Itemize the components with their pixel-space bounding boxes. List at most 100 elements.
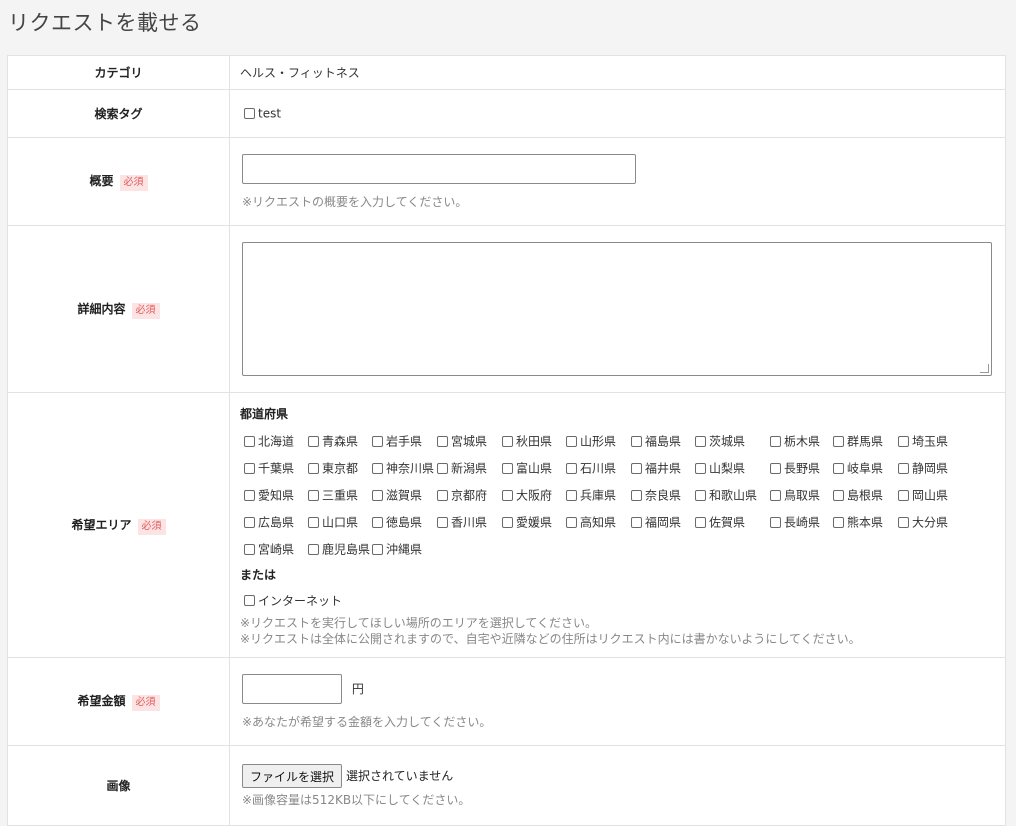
internet-option[interactable]: インターネット — [240, 592, 1005, 609]
prefecture-checkbox[interactable] — [833, 490, 844, 501]
prefecture-option[interactable]: 福岡県 — [631, 513, 695, 531]
prefecture-option[interactable]: 新潟県 — [437, 459, 502, 477]
prefecture-checkbox[interactable] — [631, 463, 642, 474]
prefecture-checkbox[interactable] — [695, 490, 706, 501]
prefecture-checkbox[interactable] — [244, 544, 255, 555]
prefecture-checkbox[interactable] — [566, 463, 577, 474]
prefecture-option[interactable]: 香川県 — [437, 513, 502, 531]
prefecture-checkbox[interactable] — [770, 436, 781, 447]
prefecture-option[interactable]: 京都府 — [437, 486, 502, 504]
prefecture-checkbox[interactable] — [566, 490, 577, 501]
prefecture-checkbox[interactable] — [372, 436, 383, 447]
prefecture-checkbox[interactable] — [372, 490, 383, 501]
prefecture-checkbox[interactable] — [244, 436, 255, 447]
prefecture-checkbox[interactable] — [437, 436, 448, 447]
prefecture-option[interactable]: 岩手県 — [372, 432, 437, 450]
prefecture-checkbox[interactable] — [898, 517, 909, 528]
prefecture-option[interactable]: 奈良県 — [631, 486, 695, 504]
prefecture-checkbox[interactable] — [770, 490, 781, 501]
prefecture-checkbox[interactable] — [631, 517, 642, 528]
details-textarea[interactable] — [242, 242, 992, 376]
prefecture-option[interactable]: 福島県 — [631, 432, 695, 450]
prefecture-option[interactable]: 宮城県 — [437, 432, 502, 450]
prefecture-option[interactable]: 石川県 — [566, 459, 631, 477]
prefecture-checkbox[interactable] — [244, 463, 255, 474]
prefecture-option[interactable]: 富山県 — [502, 459, 566, 477]
prefecture-option[interactable]: 滋賀県 — [372, 486, 437, 504]
prefecture-option[interactable]: 沖縄県 — [372, 540, 437, 558]
prefecture-checkbox[interactable] — [437, 463, 448, 474]
summary-input[interactable] — [242, 153, 636, 184]
prefecture-checkbox[interactable] — [244, 517, 255, 528]
prefecture-option[interactable]: 三重県 — [308, 486, 372, 504]
amount-input[interactable] — [242, 673, 342, 704]
prefecture-option[interactable]: 秋田県 — [502, 432, 566, 450]
prefecture-checkbox[interactable] — [308, 517, 319, 528]
prefecture-option[interactable]: 岡山県 — [898, 486, 962, 504]
search-tag-checkbox[interactable] — [244, 108, 255, 120]
prefecture-option[interactable]: 鹿児島県 — [308, 540, 372, 558]
prefecture-option[interactable]: 茨城県 — [695, 432, 770, 450]
prefecture-option[interactable]: 北海道 — [244, 432, 308, 450]
prefecture-option[interactable]: 長崎県 — [770, 513, 833, 531]
prefecture-checkbox[interactable] — [566, 436, 577, 447]
prefecture-checkbox[interactable] — [502, 517, 513, 528]
prefecture-option[interactable]: 青森県 — [308, 432, 372, 450]
search-tag-option[interactable]: test — [240, 106, 281, 121]
prefecture-option[interactable]: 徳島県 — [372, 513, 437, 531]
prefecture-checkbox[interactable] — [770, 463, 781, 474]
prefecture-option[interactable]: 和歌山県 — [695, 486, 770, 504]
prefecture-option[interactable]: 山口県 — [308, 513, 372, 531]
prefecture-option[interactable]: 山形県 — [566, 432, 631, 450]
prefecture-option[interactable]: 愛知県 — [244, 486, 308, 504]
prefecture-checkbox[interactable] — [372, 544, 383, 555]
prefecture-checkbox[interactable] — [566, 517, 577, 528]
prefecture-option[interactable]: 千葉県 — [244, 459, 308, 477]
prefecture-option[interactable]: 佐賀県 — [695, 513, 770, 531]
prefecture-option[interactable]: 福井県 — [631, 459, 695, 477]
prefecture-option[interactable]: 大分県 — [898, 513, 962, 531]
prefecture-checkbox[interactable] — [695, 517, 706, 528]
prefecture-checkbox[interactable] — [770, 517, 781, 528]
prefecture-checkbox[interactable] — [308, 436, 319, 447]
prefecture-checkbox[interactable] — [898, 490, 909, 501]
prefecture-checkbox[interactable] — [833, 436, 844, 447]
prefecture-checkbox[interactable] — [308, 490, 319, 501]
prefecture-option[interactable]: 岐阜県 — [833, 459, 898, 477]
prefecture-option[interactable]: 山梨県 — [695, 459, 770, 477]
prefecture-checkbox[interactable] — [372, 463, 383, 474]
prefecture-option[interactable]: 島根県 — [833, 486, 898, 504]
prefecture-checkbox[interactable] — [898, 463, 909, 474]
prefecture-checkbox[interactable] — [502, 436, 513, 447]
prefecture-checkbox[interactable] — [695, 463, 706, 474]
prefecture-checkbox[interactable] — [437, 490, 448, 501]
resize-grip-icon[interactable] — [980, 364, 989, 373]
prefecture-option[interactable]: 広島県 — [244, 513, 308, 531]
prefecture-checkbox[interactable] — [308, 544, 319, 555]
prefecture-option[interactable]: 静岡県 — [898, 459, 962, 477]
prefecture-checkbox[interactable] — [502, 490, 513, 501]
choose-file-button[interactable]: ファイルを選択 — [242, 763, 343, 788]
prefecture-option[interactable]: 埼玉県 — [898, 432, 962, 450]
prefecture-option[interactable]: 兵庫県 — [566, 486, 631, 504]
prefecture-option[interactable]: 愛媛県 — [502, 513, 566, 531]
prefecture-option[interactable]: 鳥取県 — [770, 486, 833, 504]
prefecture-checkbox[interactable] — [898, 436, 909, 447]
prefecture-checkbox[interactable] — [308, 463, 319, 474]
prefecture-option[interactable]: 大阪府 — [502, 486, 566, 504]
prefecture-checkbox[interactable] — [502, 463, 513, 474]
prefecture-checkbox[interactable] — [833, 463, 844, 474]
prefecture-checkbox[interactable] — [833, 517, 844, 528]
prefecture-checkbox[interactable] — [437, 517, 448, 528]
prefecture-option[interactable]: 栃木県 — [770, 432, 833, 450]
prefecture-checkbox[interactable] — [631, 490, 642, 501]
prefecture-option[interactable]: 宮崎県 — [244, 540, 308, 558]
prefecture-option[interactable]: 熊本県 — [833, 513, 898, 531]
prefecture-checkbox[interactable] — [631, 436, 642, 447]
prefecture-option[interactable]: 群馬県 — [833, 432, 898, 450]
internet-checkbox[interactable] — [244, 595, 255, 606]
prefecture-option[interactable]: 長野県 — [770, 459, 833, 477]
prefecture-option[interactable]: 東京都 — [308, 459, 372, 477]
prefecture-checkbox[interactable] — [372, 517, 383, 528]
prefecture-checkbox[interactable] — [695, 436, 706, 447]
